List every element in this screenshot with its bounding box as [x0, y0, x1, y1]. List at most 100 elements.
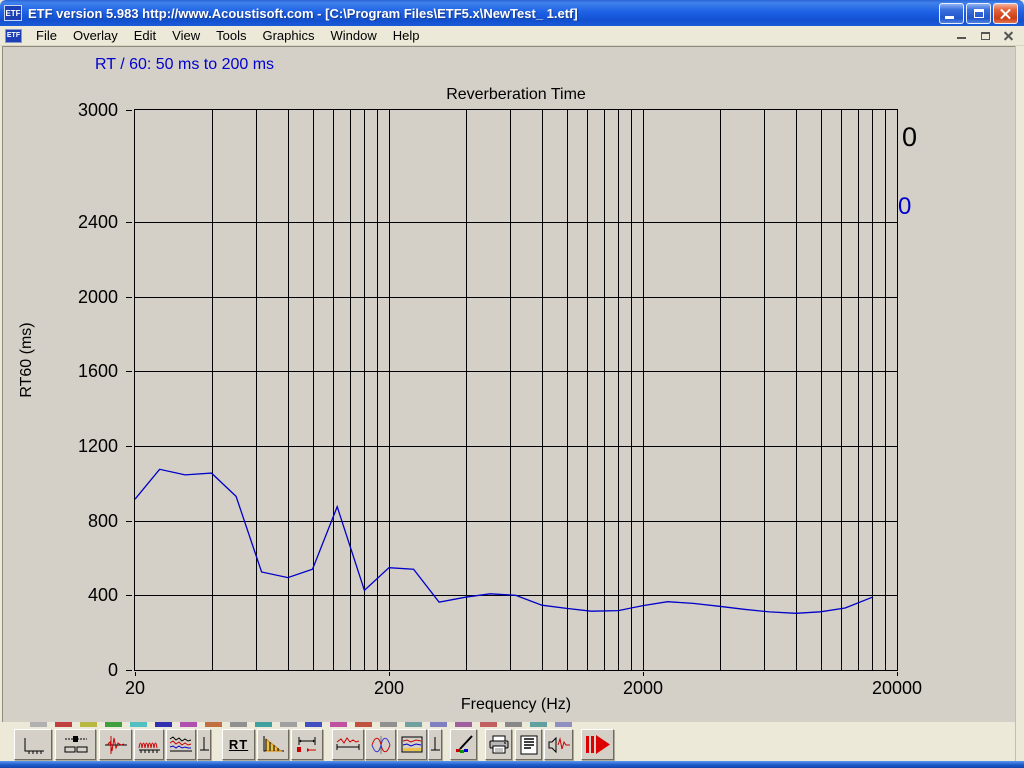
chart-title: Reverberation Time — [134, 86, 898, 104]
y-axis-title: RT60 (ms) — [18, 320, 36, 400]
printer-icon — [487, 734, 511, 756]
chart-client-area: RT / 60: 50 ms to 200 ms Reverberation T… — [2, 46, 1015, 722]
smoothed-response-button[interactable] — [332, 729, 364, 760]
menu-item-graphics[interactable]: Graphics — [254, 26, 322, 45]
clipped-icon — [430, 722, 447, 727]
clipped-icon — [530, 722, 547, 727]
menu-item-file[interactable]: File — [28, 26, 65, 45]
speaker-test-button[interactable] — [544, 729, 573, 760]
menu-item-view[interactable]: View — [164, 26, 208, 45]
y-tick-mark — [126, 670, 132, 671]
spectrogram-button[interactable] — [397, 729, 427, 760]
y-tick-label: 2000 — [60, 287, 118, 307]
run-measurement-button[interactable] — [581, 729, 614, 760]
slider-panels-icon — [62, 734, 90, 756]
phase-curves-icon — [368, 734, 394, 756]
decay-spectrum-icon — [260, 734, 286, 756]
clipped-icon — [255, 722, 272, 727]
clipped-icon — [30, 722, 47, 727]
y-tick-mark — [126, 222, 132, 223]
notes-button[interactable] — [515, 729, 542, 760]
y-tick-label: 1600 — [60, 361, 118, 381]
clipped-icon — [480, 722, 497, 727]
window-title: ETF version 5.983 http://www.Acoustisoft… — [28, 6, 939, 21]
y-tick-mark — [126, 446, 132, 447]
document-icon — [517, 734, 541, 756]
y-tick-label: 3000 — [60, 100, 118, 120]
mdi-restore-icon — [981, 32, 990, 40]
speaker-wave-icon — [546, 734, 572, 756]
clipped-icon — [230, 722, 247, 727]
clipped-icon — [305, 722, 322, 727]
menu-bar: ETF FileOverlayEditViewToolsGraphicsWind… — [0, 26, 1024, 46]
waterfall-button[interactable] — [166, 729, 196, 760]
gate-markers-icon — [294, 734, 320, 756]
pencil-colors-icon — [452, 734, 476, 756]
clipped-icon — [280, 722, 297, 727]
title-bar[interactable]: ETF ETF version 5.983 http://www.Acousti… — [0, 0, 1024, 26]
axis-corner-button[interactable] — [197, 729, 211, 760]
menu-item-help[interactable]: Help — [385, 26, 428, 45]
window-controls — [939, 3, 1018, 24]
menu-item-edit[interactable]: Edit — [126, 26, 164, 45]
document-icon-label: ETF — [7, 32, 20, 39]
axis-display-button[interactable] — [14, 729, 52, 760]
menu-item-tools[interactable]: Tools — [208, 26, 254, 45]
app-icon: ETF — [4, 5, 22, 21]
mdi-close-button[interactable] — [998, 28, 1018, 43]
y-tick-label: 1200 — [60, 436, 118, 456]
rt60-chart: RT / 60: 50 ms to 200 ms Reverberation T… — [2, 46, 1015, 722]
clipped-icon — [380, 722, 397, 727]
run-arrow-icon — [584, 733, 612, 757]
energy-decay-button[interactable] — [257, 729, 289, 760]
document-window-icon[interactable]: ETF — [5, 29, 22, 43]
y-tick-mark — [126, 371, 132, 372]
y-tick-label: 2400 — [60, 212, 118, 232]
plot-area — [134, 109, 898, 671]
x-tick-mark — [897, 672, 898, 676]
corner-axis-icon — [198, 734, 210, 756]
clipped-icon — [405, 722, 422, 727]
clipped-icon — [355, 722, 372, 727]
mdi-minimize-button[interactable] — [952, 28, 972, 43]
clipped-icon — [505, 722, 522, 727]
x-tick-label: 20 — [90, 678, 180, 699]
clipped-icon — [80, 722, 97, 727]
waterfall-curves-icon — [168, 734, 194, 756]
axis-corner-2-button[interactable] — [428, 729, 442, 760]
rt-range-label: RT / 60: 50 ms to 200 ms — [95, 56, 274, 74]
y-tick-mark — [126, 297, 132, 298]
y-tick-mark — [126, 521, 132, 522]
close-button[interactable] — [993, 3, 1018, 24]
impulse-response-button[interactable] — [99, 729, 132, 760]
menu-item-window[interactable]: Window — [323, 26, 385, 45]
minimize-button[interactable] — [939, 3, 964, 24]
y-tick-label: 0 — [60, 660, 118, 680]
restore-button[interactable] — [966, 3, 991, 24]
minimize-icon — [945, 16, 954, 19]
mdi-restore-button[interactable] — [975, 28, 995, 43]
clipped-icon — [55, 722, 72, 727]
frequency-response-button[interactable] — [134, 729, 164, 760]
rt-text-icon: RT — [229, 737, 248, 752]
gate-settings-button[interactable] — [291, 729, 323, 760]
rt60-button[interactable]: RT — [222, 729, 255, 760]
phase-button[interactable] — [365, 729, 396, 760]
clipped-icon — [330, 722, 347, 727]
print-button[interactable] — [485, 729, 512, 760]
y-tick-label: 400 — [60, 585, 118, 605]
clipped-icon — [130, 722, 147, 727]
axis-icon — [20, 734, 46, 756]
clipped-icon-strip — [30, 722, 630, 728]
window-right-border — [1015, 46, 1024, 761]
rt60-curve — [135, 110, 897, 670]
clipped-icon — [155, 722, 172, 727]
y-tick-mark — [126, 110, 132, 111]
x-axis-title: Frequency (Hz) — [134, 696, 898, 714]
graph-colors-button[interactable] — [450, 729, 477, 760]
smoothed-curve-icon — [335, 734, 361, 756]
display-layout-button[interactable] — [55, 729, 96, 760]
legend-value-black: 0 — [902, 122, 917, 153]
clipped-icon — [205, 722, 222, 727]
menu-item-overlay[interactable]: Overlay — [65, 26, 126, 45]
